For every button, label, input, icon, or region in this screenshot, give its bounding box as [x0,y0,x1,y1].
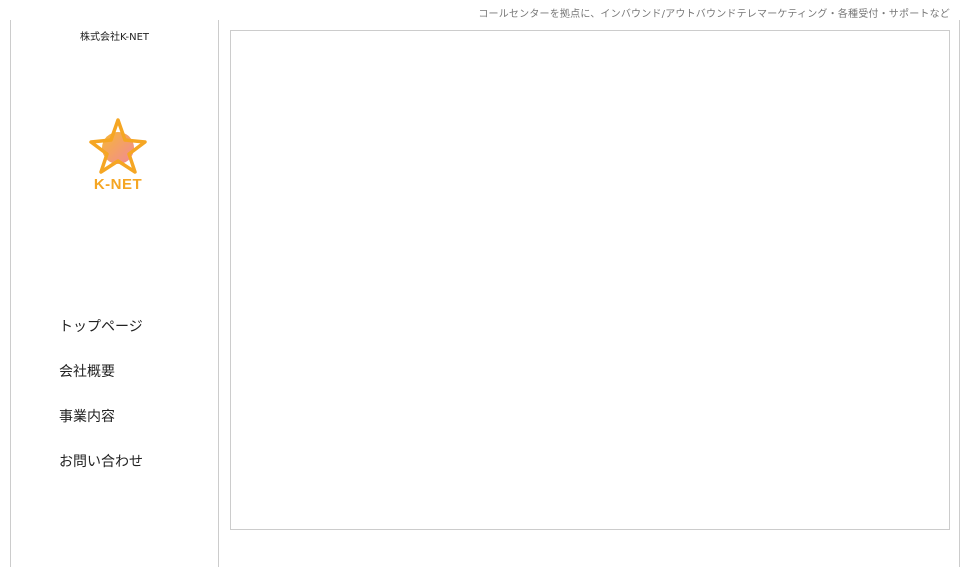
page: コールセンターを拠点に、インバウンド/アウトバウンドテレマーケティング・各種受付… [0,0,961,567]
sidebar-nav: トップページ 会社概要 事業内容 お問い合わせ [59,316,143,496]
logo-text: K-NET [93,176,143,193]
nav-item-business[interactable]: 事業内容 [59,406,143,451]
main-content-frame [230,30,950,530]
nav-item-contact[interactable]: お問い合わせ [59,451,143,496]
star-globe-logo-icon [89,118,147,174]
company-logo[interactable]: K-NET [85,116,151,202]
right-border [959,20,960,567]
company-name: 株式会社K-NET [79,32,150,43]
sidebar: 株式会社K-NET K-NET トップページ 会社概要 事業内容 お問い合わせ [10,20,219,567]
header-tagline: コールセンターを拠点に、インバウンド/アウトバウンドテレマーケティング・各種受付… [478,9,950,20]
nav-item-top[interactable]: トップページ [59,316,143,361]
nav-item-company-profile[interactable]: 会社概要 [59,361,143,406]
